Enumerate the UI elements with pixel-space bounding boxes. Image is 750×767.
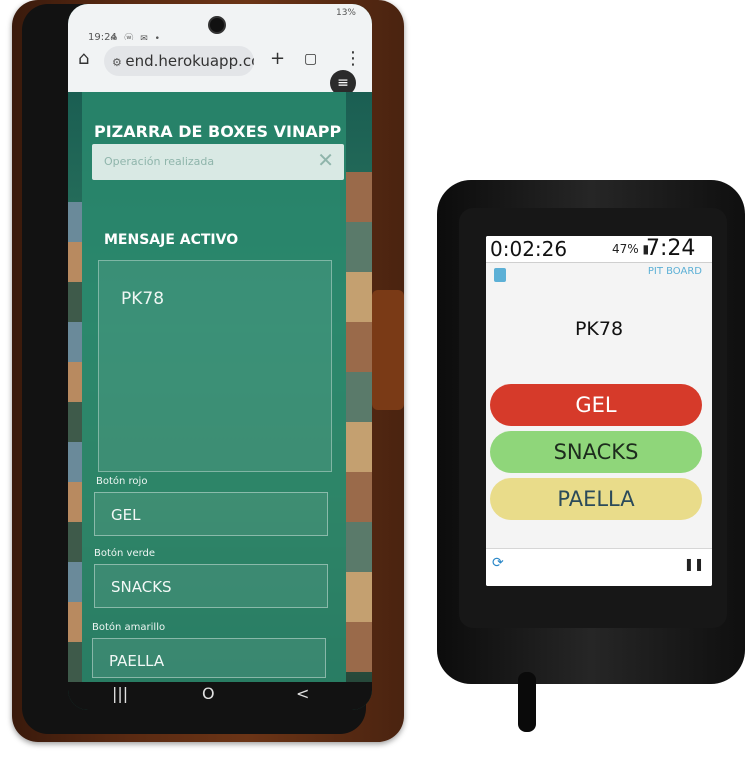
gps-clock: 7:24 bbox=[646, 236, 696, 261]
active-message-field[interactable]: PK78 bbox=[98, 260, 332, 472]
home-icon[interactable]: ⌂ bbox=[78, 48, 89, 69]
refresh-icon[interactable]: ⟳ bbox=[492, 555, 504, 571]
red-button-label: Botón rojo bbox=[96, 476, 148, 487]
android-nav-bar: ||| O < bbox=[68, 682, 372, 710]
paella-button[interactable]: PAELLA bbox=[490, 478, 702, 520]
document-icon bbox=[494, 268, 506, 282]
site-settings-icon[interactable]: ⚙ bbox=[112, 56, 125, 69]
status-bar: 19:24 ⊛ ⓦ ✉ • 13% bbox=[68, 4, 372, 44]
pit-message: PK78 bbox=[574, 318, 624, 340]
tab-switcher-icon[interactable]: ▢ bbox=[304, 51, 317, 67]
bike-computer-strap bbox=[518, 672, 536, 732]
page-title: PIZARRA DE BOXES VINAPP bbox=[94, 122, 342, 141]
active-message-label: MENSAJE ACTIVO bbox=[104, 232, 239, 248]
front-camera bbox=[208, 16, 226, 34]
phone-case-flap bbox=[372, 290, 404, 410]
gps-battery-value: 47% bbox=[612, 242, 639, 256]
active-message-value: PK78 bbox=[121, 289, 165, 309]
back-icon[interactable]: < bbox=[296, 684, 309, 703]
gel-button[interactable]: GEL bbox=[490, 384, 702, 426]
url-text: end.herokuapp.com bbox=[125, 52, 254, 70]
yellow-button-label: Botón amarillo bbox=[92, 622, 166, 633]
home-button-icon[interactable]: O bbox=[202, 684, 215, 703]
browser-menu-icon[interactable]: ⋮ bbox=[344, 48, 362, 69]
green-button-input[interactable]: SNACKS bbox=[94, 564, 328, 608]
phone: 19:24 ⊛ ⓦ ✉ • 13% ⌂ ⚙ end.herokuapp.com … bbox=[22, 4, 372, 734]
gps-bottom-bar: ⟳ ❚❚ bbox=[486, 548, 712, 586]
address-bar[interactable]: ⚙ end.herokuapp.com bbox=[104, 46, 254, 76]
yellow-button-input[interactable]: PAELLA bbox=[92, 638, 326, 678]
new-tab-icon[interactable]: + bbox=[270, 48, 285, 69]
snacks-button[interactable]: SNACKS bbox=[490, 431, 702, 473]
phone-screen: 19:24 ⊛ ⓦ ✉ • 13% ⌂ ⚙ end.herokuapp.com … bbox=[68, 4, 372, 710]
green-button-label: Botón verde bbox=[94, 548, 156, 559]
pit-board-label: PIT BOARD bbox=[647, 266, 702, 277]
bike-computer-screen: 0:02:26 47% ▮ 7:24 PIT BOARD PK78 GEL SN… bbox=[486, 236, 712, 586]
status-battery: 13% bbox=[335, 8, 356, 18]
photo-collage-right bbox=[346, 172, 372, 672]
web-page: PIZARRA DE BOXES VINAPP Operación realiz… bbox=[68, 92, 372, 682]
browser-toolbar: ⌂ ⚙ end.herokuapp.com + ▢ ⋮ bbox=[68, 40, 372, 92]
recents-icon[interactable]: ||| bbox=[112, 684, 128, 703]
close-icon[interactable]: ✕ bbox=[317, 148, 334, 172]
photo-collage-left bbox=[68, 202, 82, 682]
gps-battery: 47% ▮ bbox=[612, 242, 649, 256]
ride-timer: 0:02:26 bbox=[490, 237, 568, 261]
red-button-input[interactable]: GEL bbox=[94, 492, 328, 536]
toast-message: Operación realizada bbox=[104, 155, 215, 168]
pause-icon[interactable]: ❚❚ bbox=[684, 557, 704, 571]
gps-status-bar: 0:02:26 47% ▮ 7:24 bbox=[486, 236, 712, 263]
success-toast: Operación realizada ✕ bbox=[92, 144, 344, 180]
